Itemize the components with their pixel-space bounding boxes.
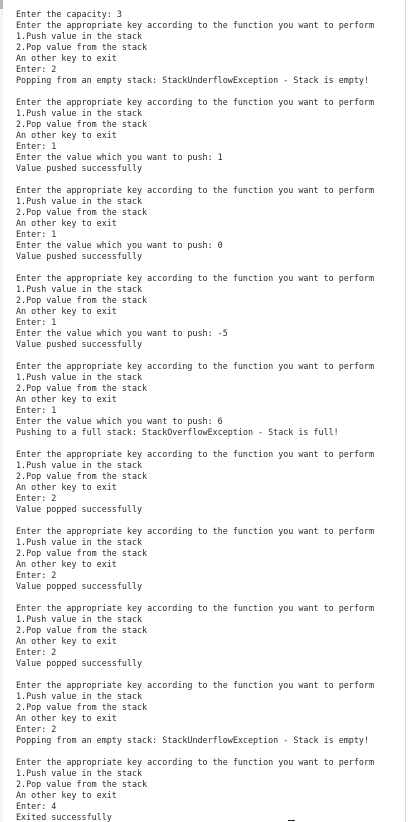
console-line: Enter the appropriate key according to t…	[16, 361, 374, 371]
console-line: Enter the appropriate key according to t…	[16, 185, 374, 195]
console-line: Value popped successfully	[16, 504, 143, 514]
console-line: Enter the value which you want to push: …	[16, 240, 223, 250]
console-line: Value pushed successfully	[16, 251, 143, 261]
console-line: Enter the appropriate key according to t…	[16, 757, 374, 767]
console-line: Value popped successfully	[16, 658, 143, 668]
console-line: 2.Pop value from the stack	[16, 779, 148, 789]
console-line: 1.Push value in the stack	[16, 537, 143, 547]
console-line: 2.Pop value from the stack	[16, 471, 148, 481]
console-line: 2.Pop value from the stack	[16, 119, 148, 129]
console-line: An other key to exit	[16, 53, 117, 63]
console-line: Enter: 2	[16, 64, 57, 74]
console-line: Enter: 1	[16, 141, 57, 151]
console-line: Pushing to a full stack: StackOverflowEx…	[16, 427, 339, 437]
console-line: 1.Push value in the stack	[16, 108, 143, 118]
console-line: Exited successfully	[16, 812, 112, 822]
console-line: 1.Push value in the stack	[16, 31, 143, 41]
console-line: An other key to exit	[16, 713, 117, 723]
console-line: Enter: 1	[16, 405, 57, 415]
console-line: Value popped successfully	[16, 581, 143, 591]
console-line: Enter the appropriate key according to t…	[16, 526, 374, 536]
console-line: An other key to exit	[16, 559, 117, 569]
console-line: An other key to exit	[16, 482, 117, 492]
console-line: Enter: 1	[16, 317, 57, 327]
console-line: Enter: 2	[16, 647, 57, 657]
console-line: Enter: 2	[16, 493, 57, 503]
console-line: Enter the value which you want to push: …	[16, 416, 223, 426]
console-line: Enter the value which you want to push: …	[16, 328, 228, 338]
console-line: 2.Pop value from the stack	[16, 42, 148, 52]
console-line: 1.Push value in the stack	[16, 768, 143, 778]
console-line: 1.Push value in the stack	[16, 460, 143, 470]
console-line: 1.Push value in the stack	[16, 196, 143, 206]
console-line: An other key to exit	[16, 636, 117, 646]
console-line: Enter the appropriate key according to t…	[16, 97, 374, 107]
console-line: 1.Push value in the stack	[16, 691, 143, 701]
console-output-panel[interactable]: Enter the capacity: 3 Enter the appropria…	[0, 0, 406, 822]
console-line: 1.Push value in the stack	[16, 284, 143, 294]
console-line: Popping from an empty stack: StackUnderf…	[16, 735, 369, 745]
console-line: Enter the appropriate key according to t…	[16, 20, 374, 30]
console-line: Enter: 1	[16, 229, 57, 239]
console-line: Enter: 2	[16, 570, 57, 580]
console-line: 1.Push value in the stack	[16, 614, 143, 624]
console-line: 2.Pop value from the stack	[16, 548, 148, 558]
console-line: Popping from an empty stack: StackUnderf…	[16, 75, 369, 85]
console-line: An other key to exit	[16, 790, 117, 800]
console-line: An other key to exit	[16, 218, 117, 228]
console-line: Enter the appropriate key according to t…	[16, 273, 374, 283]
console-line: 2.Pop value from the stack	[16, 625, 148, 635]
console-line: Enter the appropriate key according to t…	[16, 603, 374, 613]
text-cursor	[288, 820, 295, 821]
console-line: Enter the appropriate key according to t…	[16, 449, 374, 459]
console-line: Enter the appropriate key according to t…	[16, 680, 374, 690]
console-line: An other key to exit	[16, 130, 117, 140]
console-line: Enter: 4	[16, 801, 57, 811]
console-line: 1.Push value in the stack	[16, 372, 143, 382]
console-line: Value pushed successfully	[16, 163, 143, 173]
console-line: Enter: 2	[16, 724, 57, 734]
console-line: 2.Pop value from the stack	[16, 383, 148, 393]
console-text: Enter the capacity: 3 Enter the appropria…	[0, 0, 405, 822]
console-line: Value pushed successfully	[16, 339, 143, 349]
console-line: 2.Pop value from the stack	[16, 295, 148, 305]
left-gutter	[0, 0, 3, 822]
console-line: 2.Pop value from the stack	[16, 207, 148, 217]
console-line: An other key to exit	[16, 306, 117, 316]
console-line: Enter the capacity: 3	[16, 9, 122, 19]
gutter-marker	[0, 0, 3, 9]
console-line: Enter the value which you want to push: …	[16, 152, 223, 162]
console-line: 2.Pop value from the stack	[16, 702, 148, 712]
console-line: An other key to exit	[16, 394, 117, 404]
